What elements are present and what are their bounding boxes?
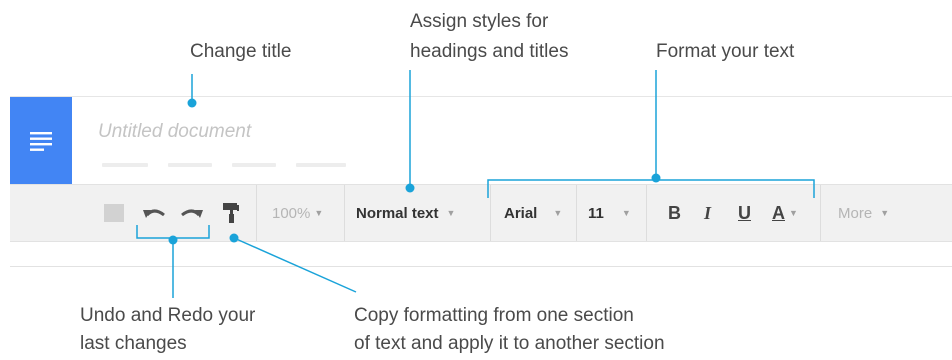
toolbar: 100% ▼ Normal text ▼ Arial ▼ 11 ▼ B I U … [10,184,952,242]
paint-format-button[interactable] [222,185,240,241]
redo-icon [181,209,203,218]
chevron-down-icon: ▼ [789,208,798,218]
font-size-select[interactable]: 11 ▼ [588,185,631,241]
toolbar-separator [256,185,257,241]
toolbar-separator [490,185,491,241]
toolbar-separator [344,185,345,241]
zoom-value: 100% [272,204,311,222]
document-title[interactable]: Untitled document [98,121,251,143]
underline-icon: U [738,202,751,223]
docs-logo-icon[interactable] [10,97,72,185]
chevron-down-icon: ▼ [314,208,324,218]
zoom-select[interactable]: 100% ▼ [272,185,323,241]
callout-copy-format-line1: Copy formatting from one section [354,305,634,326]
menu-placeholder [296,163,346,167]
document-header: Untitled document [10,96,952,185]
ruler-strip [10,242,952,267]
menu-placeholder [168,163,212,167]
toolbar-separator [646,185,647,241]
italic-button[interactable]: I [704,185,711,241]
undo-button[interactable] [142,185,168,241]
font-size-value: 11 [588,204,604,222]
callout-undo-redo-line2: last changes [80,333,187,354]
chevron-down-icon: ▼ [880,208,890,218]
more-button[interactable]: More ▼ [838,185,889,241]
more-label: More [838,204,873,222]
callout-assign-styles-line2: headings and titles [410,41,569,62]
text-color-icon: A [772,202,785,223]
chevron-down-icon: ▼ [621,208,631,218]
undo-icon [143,209,165,218]
font-select[interactable]: Arial ▼ [504,185,562,241]
print-button[interactable] [104,185,124,241]
font-value: Arial [504,204,538,222]
style-select[interactable]: Normal text ▼ [356,185,455,241]
paint-format-icon [223,203,239,223]
callout-change-title: Change title [190,41,292,62]
underline-button[interactable]: U [738,185,751,241]
print-icon [104,204,124,222]
callout-copy-format-line2: of text and apply it to another section [354,333,665,354]
italic-icon: I [704,202,712,223]
bold-icon: B [668,202,681,223]
callout-format-text: Format your text [656,41,795,62]
callout-assign-styles-line1: Assign styles for [410,11,549,32]
bold-button[interactable]: B [668,185,681,241]
chevron-down-icon: ▼ [446,208,456,218]
chevron-down-icon: ▼ [553,208,563,218]
toolbar-separator [576,185,577,241]
toolbar-separator [820,185,821,241]
text-color-button[interactable]: A ▼ [772,185,798,241]
redo-button[interactable] [178,185,204,241]
menu-placeholder [232,163,276,167]
style-value: Normal text [356,204,439,222]
callout-undo-redo-line1: Undo and Redo your [80,305,256,326]
menu-placeholder [102,163,148,167]
